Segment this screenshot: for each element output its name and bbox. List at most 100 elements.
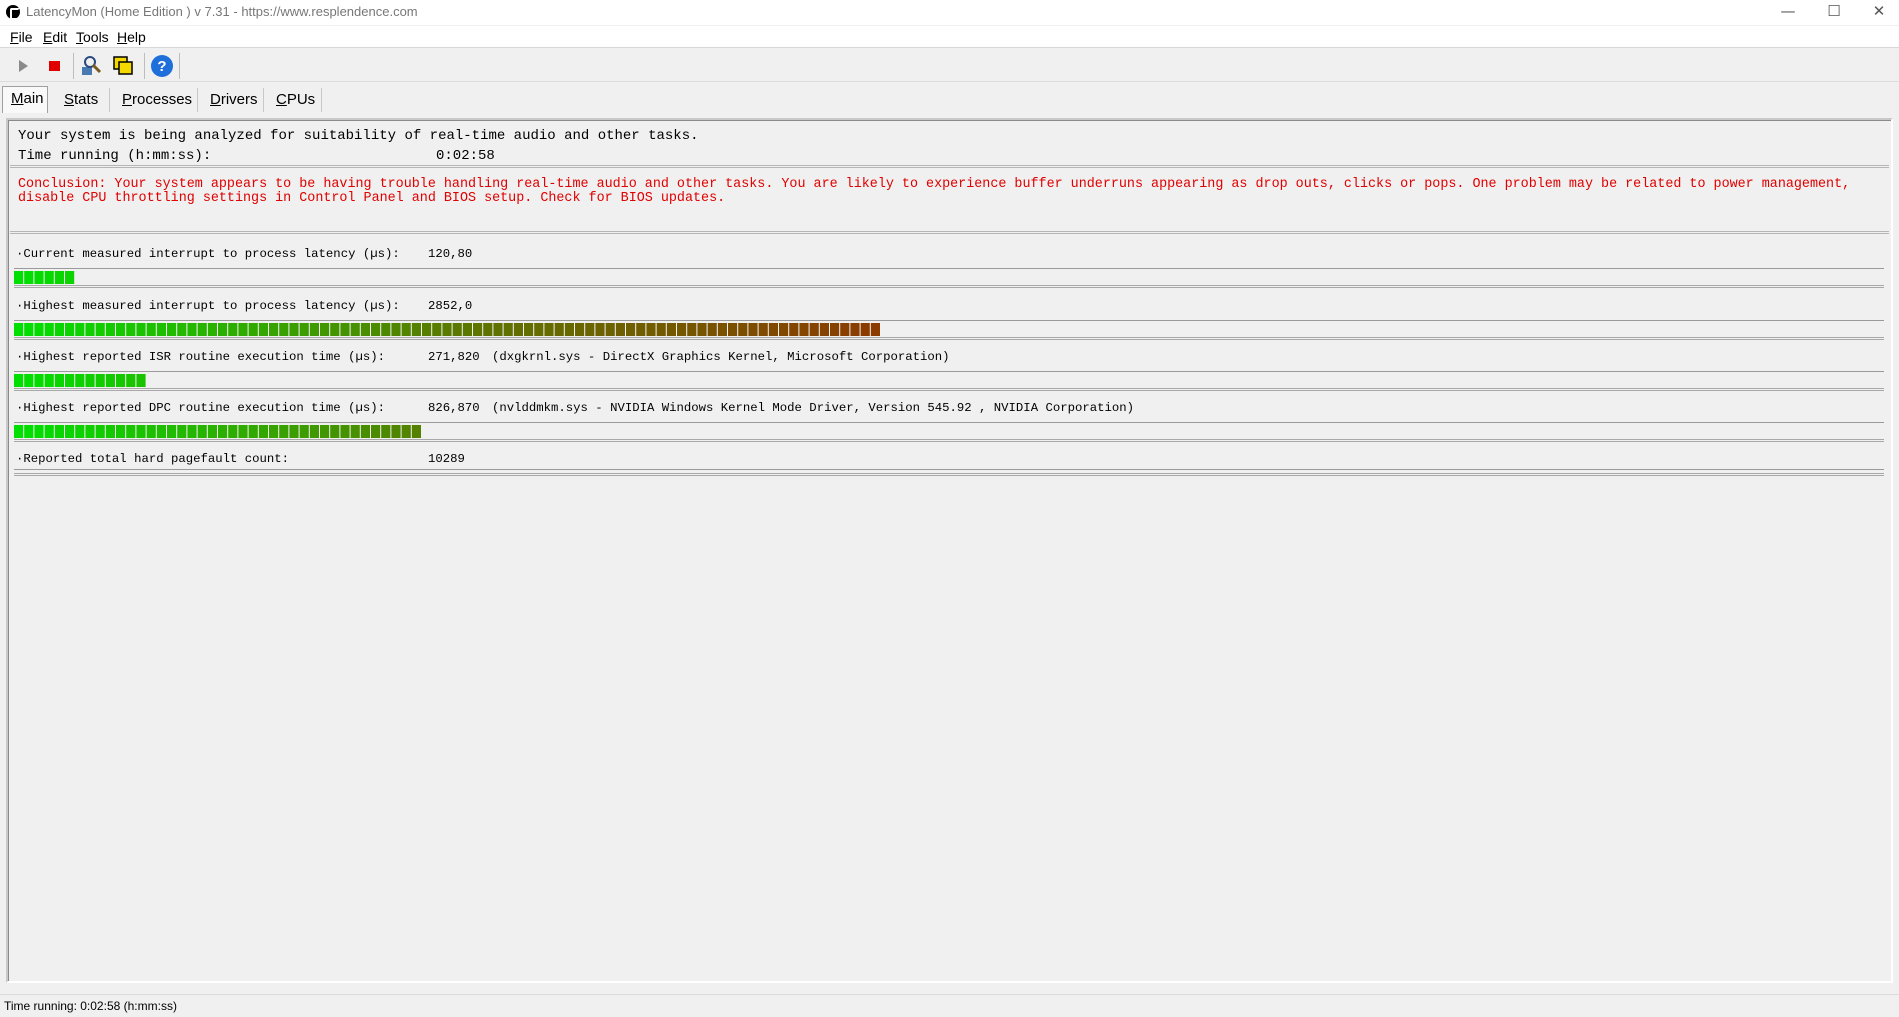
meter-block <box>758 323 768 336</box>
meter-block <box>126 374 136 387</box>
search-tool-icon <box>82 56 102 75</box>
meter-block <box>34 271 44 284</box>
meter-block <box>350 425 360 438</box>
menu-help[interactable]: Help <box>117 29 146 45</box>
meter-block <box>289 425 299 438</box>
status-bar: Time running: 0:02:58 (h:mm:ss) <box>0 994 1899 1017</box>
meter-block <box>207 425 217 438</box>
meter-block <box>360 323 370 336</box>
tab-processes[interactable]: Processes <box>114 88 198 112</box>
app-logo-icon <box>6 5 20 20</box>
meter-block <box>779 323 789 336</box>
meter-bar <box>14 374 146 387</box>
meter-block <box>442 323 452 336</box>
meter-block <box>401 425 411 438</box>
close-button[interactable]: ✕ <box>1856 0 1899 25</box>
tab-cpus[interactable]: CPUs <box>268 88 322 112</box>
meter-block <box>24 425 34 438</box>
meter-block <box>289 323 299 336</box>
toolbar: ? <box>0 49 1899 82</box>
analysis-panel: Your system is being analyzed for suitab… <box>10 122 1889 168</box>
meter-block <box>554 323 564 336</box>
meter-block <box>65 271 75 284</box>
meter-block <box>218 425 228 438</box>
help-button[interactable]: ? <box>149 53 175 79</box>
start-button[interactable] <box>10 53 36 79</box>
meter-bar <box>14 271 75 284</box>
meter-block <box>309 323 319 336</box>
metric-value: 120,80 <box>428 247 473 261</box>
meter-block <box>167 323 177 336</box>
meter-block <box>177 425 187 438</box>
metric-detail: (dxgkrnl.sys - DirectX Graphics Kernel, … <box>492 350 950 364</box>
meter-block <box>473 323 483 336</box>
meter-block <box>218 323 228 336</box>
meter-block <box>809 323 819 336</box>
meter-block <box>105 323 115 336</box>
meter-block <box>544 323 554 336</box>
meter-block <box>65 425 75 438</box>
tab-stats[interactable]: Stats <box>56 88 110 112</box>
meter-block <box>299 425 309 438</box>
meter-block <box>44 374 54 387</box>
meter-block <box>391 425 401 438</box>
menu-tools[interactable]: Tools <box>76 29 109 45</box>
meter-block <box>269 425 279 438</box>
meter-block <box>105 425 115 438</box>
meter-block <box>360 425 370 438</box>
meter-block <box>228 323 238 336</box>
meter-block <box>156 323 166 336</box>
meter-block <box>728 323 738 336</box>
meter-block <box>14 425 24 438</box>
meter-block <box>116 323 126 336</box>
meter-block <box>513 323 523 336</box>
meter-block <box>656 323 666 336</box>
meter-block <box>636 323 646 336</box>
meter-block <box>136 323 146 336</box>
tab-main[interactable]: Main <box>2 86 48 113</box>
menu-file[interactable]: File <box>10 29 33 45</box>
meter-block <box>748 323 758 336</box>
stop-button[interactable] <box>42 53 68 79</box>
metric-value: 271,820 <box>428 350 480 364</box>
meter-block <box>85 323 95 336</box>
meter-block <box>340 323 350 336</box>
meter-block <box>585 323 595 336</box>
meter-block <box>197 425 207 438</box>
meter-block <box>279 323 289 336</box>
meter-block <box>819 323 829 336</box>
meter-block <box>24 374 34 387</box>
meter-block <box>320 323 330 336</box>
metric-label: ·Highest reported ISR routine execution … <box>16 350 385 364</box>
pagefault-divider <box>14 469 1884 476</box>
menu-edit[interactable]: Edit <box>43 29 67 45</box>
play-icon <box>19 60 28 72</box>
menu-bar: File Edit Tools Help <box>0 26 1899 48</box>
meter-block <box>95 374 105 387</box>
meter-block <box>330 323 340 336</box>
meter-block <box>381 323 391 336</box>
latency-meter <box>14 268 1884 288</box>
meter-block <box>85 425 95 438</box>
main-panel: Your system is being analyzed for suitab… <box>6 118 1893 983</box>
latency-meter <box>14 371 1884 391</box>
time-running-value: 0:02:58 <box>436 148 495 164</box>
meter-block <box>167 425 177 438</box>
meter-block <box>54 323 64 336</box>
meter-block <box>24 323 34 336</box>
window-copy-button[interactable] <box>110 53 136 79</box>
search-tool-button[interactable] <box>78 53 104 79</box>
meter-block <box>371 323 381 336</box>
meter-block <box>65 374 75 387</box>
meter-block <box>615 323 625 336</box>
meter-block <box>75 425 85 438</box>
meter-block <box>258 425 268 438</box>
meter-block <box>483 323 493 336</box>
maximize-button[interactable]: ☐ <box>1811 0 1857 25</box>
tab-drivers[interactable]: Drivers <box>202 88 264 112</box>
tab-strip: Main Stats Processes Drivers CPUs <box>0 84 1899 114</box>
meter-block <box>279 425 289 438</box>
minimize-button[interactable]: — <box>1765 0 1811 25</box>
meter-block <box>269 323 279 336</box>
meter-block <box>575 323 585 336</box>
